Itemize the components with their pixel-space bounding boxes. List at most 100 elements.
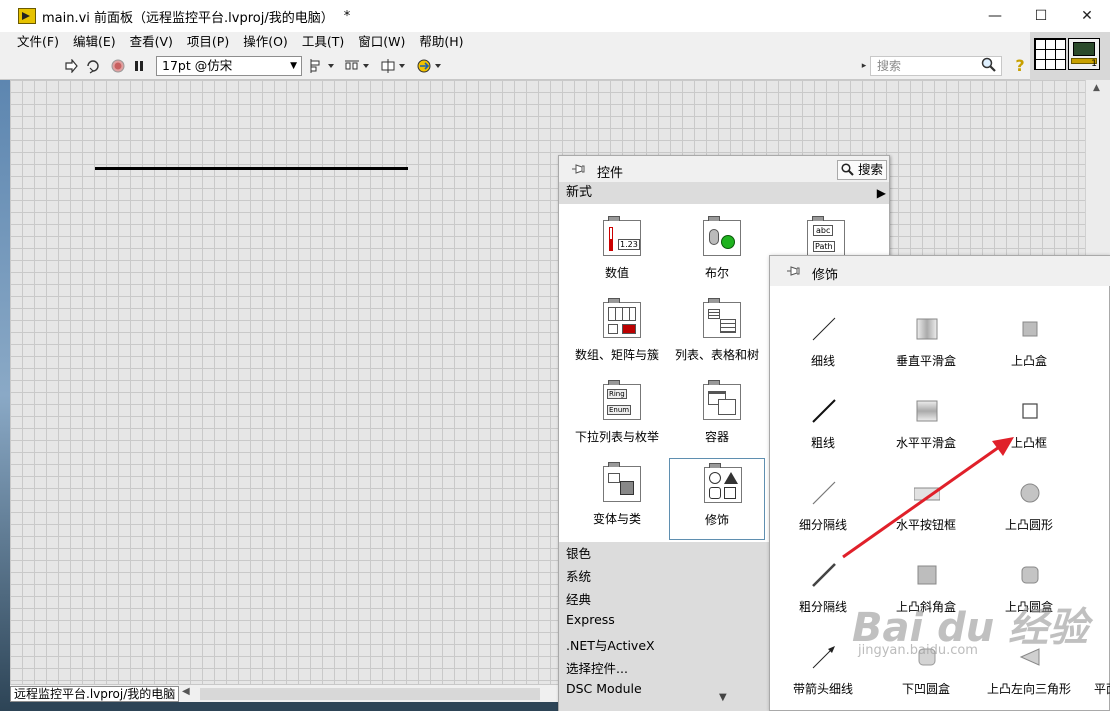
vi-icon-number: 1 bbox=[1091, 59, 1097, 69]
palette-item-containers[interactable]: 容器 bbox=[669, 372, 765, 454]
scroll-down-icon[interactable]: ▼ bbox=[719, 692, 727, 703]
menu-edit[interactable]: 编辑(E) bbox=[66, 32, 123, 52]
palette-item-variant-class[interactable]: 变体与类 bbox=[569, 454, 665, 536]
palette-item-decorations[interactable]: 修饰 bbox=[669, 458, 765, 540]
menu-tools[interactable]: 工具(T) bbox=[295, 32, 351, 52]
palette-item-label: 修饰 bbox=[704, 513, 729, 527]
close-button[interactable]: ✕ bbox=[1064, 0, 1110, 32]
menu-project[interactable]: 项目(P) bbox=[180, 32, 236, 52]
deco-raised-frame[interactable]: 上凸框 bbox=[974, 394, 1084, 474]
category-select-control[interactable]: 选择控件... bbox=[566, 658, 628, 677]
project-path-label: 远程监控平台.lvproj/我的电脑 bbox=[10, 686, 180, 702]
menu-window[interactable]: 窗口(W) bbox=[351, 32, 412, 52]
run-continuously-icon[interactable] bbox=[84, 57, 102, 75]
abort-icon[interactable] bbox=[110, 57, 126, 75]
palette-item-array-matrix-cluster[interactable]: 数组、矩阵与簇 bbox=[569, 290, 665, 372]
controls-palette-header: 控件 搜索 bbox=[559, 156, 889, 182]
menu-help[interactable]: 帮助(H) bbox=[412, 32, 470, 52]
expand-arrow-icon: ▶ bbox=[876, 186, 886, 200]
horizontal-smooth-box-icon bbox=[916, 400, 938, 422]
search-placeholder: 搜索 bbox=[877, 59, 902, 73]
maximize-button[interactable]: ☐ bbox=[1018, 0, 1064, 32]
pause-icon[interactable] bbox=[131, 57, 147, 75]
thin-line-icon bbox=[812, 317, 836, 341]
pin-icon[interactable] bbox=[571, 163, 585, 175]
menu-file[interactable]: 文件(F) bbox=[10, 32, 66, 52]
pin-icon[interactable] bbox=[786, 265, 800, 277]
arrow-line-icon bbox=[812, 646, 835, 669]
deco-label: 带箭头细线 bbox=[792, 682, 853, 696]
palette-item-label: 数组、矩阵与簇 bbox=[574, 348, 659, 362]
search-icon bbox=[841, 163, 854, 176]
deco-horizontal-smooth-box[interactable]: 水平平滑盒 bbox=[871, 394, 981, 474]
distribute-objects-icon[interactable] bbox=[345, 57, 371, 75]
font-select-value: 17pt @仿宋 bbox=[162, 58, 233, 73]
decorations-palette-header: 修饰 bbox=[770, 256, 1110, 286]
minimize-icon: — bbox=[988, 8, 1002, 24]
deco-thick-line[interactable]: 粗线 bbox=[768, 394, 878, 474]
category-silver[interactable]: 银色 bbox=[566, 543, 591, 562]
minimize-button[interactable]: — bbox=[972, 0, 1018, 32]
category-dotnet-activex[interactable]: .NET与ActiveX bbox=[566, 635, 655, 654]
scroll-up-icon[interactable]: ▲ bbox=[1093, 83, 1100, 93]
vi-icon[interactable]: 1 bbox=[1068, 38, 1100, 70]
toolbar: 17pt @仿宋 ▼ ▸ 搜索 ? bbox=[0, 52, 1030, 80]
vertical-smooth-box-icon bbox=[916, 318, 938, 340]
deco-thin-line[interactable]: 细线 bbox=[768, 312, 878, 392]
palette-item-label: 容器 bbox=[704, 430, 729, 444]
menu-operate[interactable]: 操作(O) bbox=[236, 32, 295, 52]
palette-item-label: 布尔 bbox=[704, 266, 729, 280]
list-table-icon bbox=[703, 298, 741, 338]
toolbar-search-input[interactable]: 搜索 bbox=[870, 56, 1002, 76]
category-dsc-module[interactable]: DSC Module bbox=[566, 681, 642, 696]
connector-pane-icon[interactable] bbox=[1034, 38, 1066, 70]
resize-objects-icon[interactable] bbox=[381, 57, 407, 75]
palette-item-ring-enum[interactable]: Ring Enum 下拉列表与枚举 bbox=[569, 372, 665, 454]
thick-line-icon bbox=[812, 399, 836, 423]
context-help-icon[interactable]: ? bbox=[1012, 56, 1028, 76]
container-icon bbox=[703, 380, 741, 420]
run-arrow-icon[interactable] bbox=[62, 57, 80, 75]
deco-label: 平面 bbox=[1094, 682, 1110, 696]
chevron-down-icon: ▼ bbox=[290, 61, 297, 71]
menu-view[interactable]: 查看(V) bbox=[123, 32, 180, 52]
reorder-icon[interactable] bbox=[417, 57, 443, 75]
category-classic[interactable]: 经典 bbox=[566, 589, 591, 608]
deco-label: 细分隔线 bbox=[798, 518, 847, 532]
ring-enum-icon: Ring Enum bbox=[603, 380, 641, 420]
palette-item-label: 下拉列表与枚举 bbox=[574, 430, 659, 444]
palette-item-label: 数值 bbox=[604, 266, 629, 280]
string-path-icon: abc Path bbox=[807, 216, 845, 256]
thick-line-decoration[interactable] bbox=[95, 167, 408, 170]
scroll-left-icon[interactable]: ◀ bbox=[182, 686, 190, 697]
search-icon[interactable] bbox=[981, 57, 997, 75]
thin-divider-icon bbox=[812, 481, 836, 505]
category-system[interactable]: 系统 bbox=[566, 566, 591, 585]
category-express[interactable]: Express bbox=[566, 612, 615, 627]
deco-label: 粗线 bbox=[810, 436, 835, 450]
align-objects-icon[interactable] bbox=[310, 57, 336, 75]
deco-raised-box[interactable]: 上凸盒 bbox=[974, 312, 1084, 392]
palette-item-boolean[interactable]: 布尔 bbox=[669, 208, 765, 290]
search-expand-icon[interactable]: ▸ bbox=[860, 57, 868, 75]
palette-item-list-table-tree[interactable]: 列表、表格和树 bbox=[669, 290, 765, 372]
deco-raised-circle[interactable]: 上凸圆形 bbox=[974, 476, 1084, 556]
deco-vertical-smooth-box[interactable]: 垂直平滑盒 bbox=[871, 312, 981, 392]
palette-category-modern[interactable]: 新式 ▶ bbox=[559, 182, 889, 204]
array-cluster-icon bbox=[603, 298, 641, 338]
monitor-icon bbox=[1073, 42, 1095, 56]
desktop-background-edge bbox=[0, 80, 10, 711]
raised-box-icon bbox=[1022, 321, 1038, 337]
horizontal-scrollbar[interactable] bbox=[200, 688, 540, 700]
variant-class-icon bbox=[603, 462, 641, 502]
font-select[interactable]: 17pt @仿宋 ▼ bbox=[156, 56, 302, 76]
palette-search-button[interactable]: 搜索 bbox=[837, 160, 887, 180]
palette-search-label: 搜索 bbox=[858, 162, 884, 177]
deco-label: 上凸圆形 bbox=[1004, 518, 1053, 532]
palette-item-numeric[interactable]: 1.23 数值 bbox=[569, 208, 665, 290]
deco-thin-divider[interactable]: 细分隔线 bbox=[768, 476, 878, 556]
deco-horizontal-button-frame[interactable]: 水平按钮框 bbox=[871, 476, 981, 556]
raised-rounded-box-icon bbox=[1021, 566, 1039, 584]
numeric-icon: 1.23 bbox=[603, 216, 641, 256]
deco-label: 下凹圆盒 bbox=[901, 682, 950, 696]
